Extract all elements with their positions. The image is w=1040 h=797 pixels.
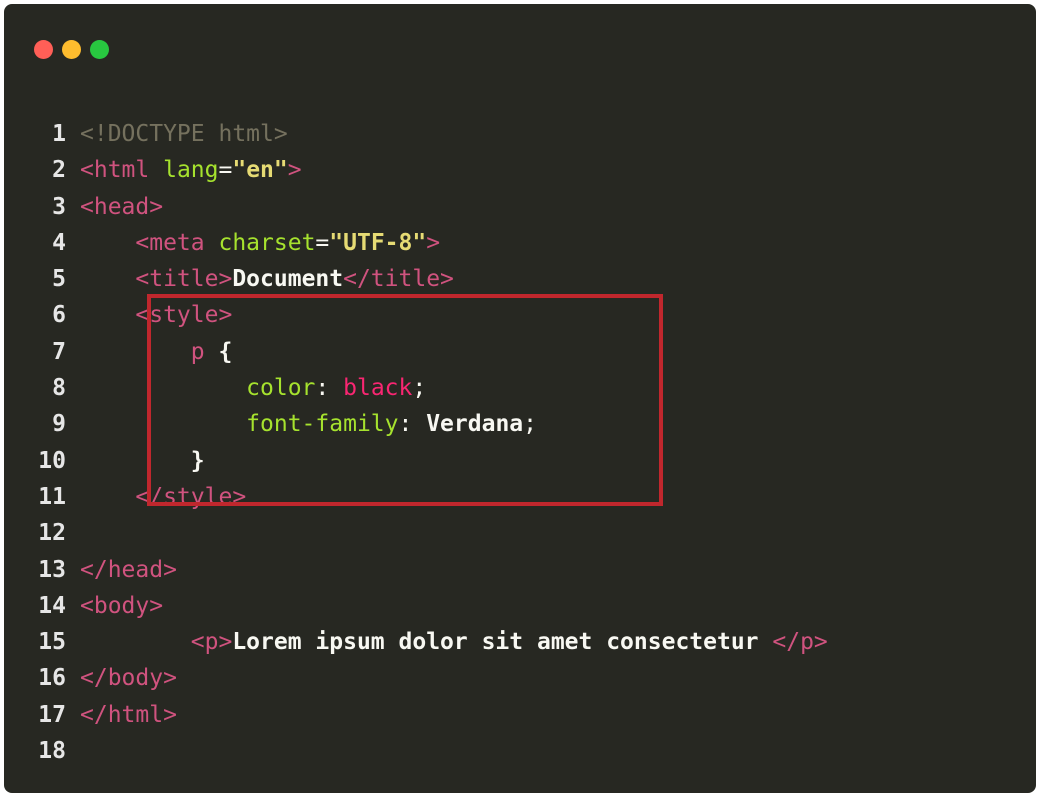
line-content: <!DOCTYPE html>	[80, 116, 288, 152]
code-line: 13 </head>	[4, 552, 828, 588]
line-number: 4	[52, 229, 66, 256]
zoom-window-button[interactable]	[90, 40, 109, 59]
line-number: 2	[52, 157, 66, 184]
code-token: =	[315, 229, 330, 256]
line-content: </head>	[80, 552, 177, 588]
code-token: </html>	[80, 701, 177, 728]
code-line: 3 <head>	[4, 189, 828, 225]
code-line: 14 <body>	[4, 588, 828, 624]
line-number: 8	[52, 375, 66, 402]
line-number: 17	[38, 701, 66, 728]
close-window-button[interactable]	[34, 40, 53, 59]
code-line: 17 </html>	[4, 697, 828, 733]
code-line: 4 <meta charset="UTF-8">	[4, 225, 828, 261]
code-line: 2 <html lang="en">	[4, 152, 828, 188]
minimize-window-button[interactable]	[62, 40, 81, 59]
line-number: 9	[52, 411, 66, 438]
window-controls	[34, 40, 109, 59]
code-token: <head>	[80, 193, 164, 220]
code-token: </head>	[80, 556, 177, 583]
line-number: 13	[38, 556, 66, 583]
code-editor-window: 1 <!DOCTYPE html> 2 <html lang="en"> 3 <head>…	[4, 4, 1036, 793]
code-line: 1 <!DOCTYPE html>	[4, 116, 828, 152]
code-line: 15 <p>Lorem ipsum dolor sit amet consect…	[4, 624, 828, 660]
code-token: <!DOCTYPE html>	[80, 121, 288, 147]
line-content: </body>	[80, 660, 177, 696]
style-block-highlight-box	[147, 294, 663, 506]
line-content: <p>Lorem ipsum dolor sit amet consectetu…	[80, 624, 828, 660]
code-token: </title>	[343, 266, 454, 293]
line-number: 14	[38, 592, 66, 619]
code-line: 5 <title>Document</title>	[4, 261, 828, 297]
code-token: <html	[80, 157, 164, 184]
code-token: "UTF-8"	[329, 229, 427, 256]
code-token: Lorem ipsum dolor sit amet consectetur	[232, 629, 773, 656]
line-number: 12	[38, 520, 66, 547]
line-number: 10	[38, 447, 66, 474]
code-token: </p>	[772, 629, 828, 656]
code-token: <p>	[190, 629, 233, 656]
line-number: 7	[52, 338, 66, 365]
code-token: </body>	[80, 665, 177, 692]
line-number: 6	[52, 302, 66, 329]
code-token: =	[218, 157, 233, 184]
code-line: 12	[4, 515, 828, 551]
code-token: charset	[218, 229, 316, 256]
line-content: </html>	[80, 697, 177, 733]
code-token: <body>	[80, 592, 164, 619]
line-number: 16	[38, 665, 66, 692]
code-line: 16 </body>	[4, 660, 828, 696]
code-token: "en"	[232, 157, 288, 184]
code-line: 18	[4, 733, 828, 769]
code-token: <meta	[135, 229, 219, 256]
line-number: 18	[38, 738, 66, 765]
line-content: <meta charset="UTF-8">	[80, 225, 440, 261]
code-token: Document	[232, 266, 344, 293]
line-number: 1	[52, 121, 66, 147]
line-content: <html lang="en">	[80, 152, 302, 188]
line-number: 15	[38, 629, 66, 656]
code-token: >	[426, 229, 441, 256]
line-number: 3	[52, 193, 66, 220]
line-content: <body>	[80, 588, 163, 624]
code-token: lang	[163, 157, 219, 184]
line-number: 11	[38, 483, 66, 510]
code-token: <title>	[135, 266, 233, 293]
line-content: <title>Document</title>	[80, 261, 454, 297]
code-token: >	[287, 157, 302, 184]
line-content: <head>	[80, 189, 163, 225]
line-number: 5	[52, 266, 66, 293]
